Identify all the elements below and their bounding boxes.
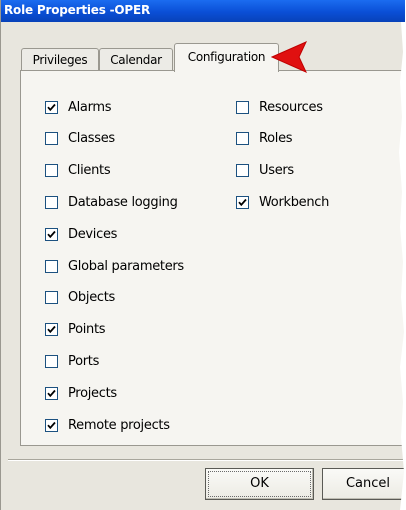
checked-box-icon[interactable] — [45, 100, 58, 114]
tab-configuration[interactable]: Configuration — [174, 43, 279, 72]
checkbox-label: Global parameters — [68, 258, 184, 274]
checkbox-remote-projects[interactable]: Remote projects — [45, 415, 170, 435]
tab-calendar[interactable]: Calendar — [99, 48, 173, 71]
checkbox-clients[interactable]: Clients — [45, 161, 111, 181]
checkbox-label: Alarms — [68, 99, 112, 115]
checkbox-label: Devices — [68, 226, 118, 242]
checkbox-label: Ports — [68, 353, 100, 369]
annotation-arrow-icon — [270, 41, 308, 73]
tab-privileges[interactable]: Privileges — [21, 48, 99, 71]
checkbox-label: Remote projects — [68, 417, 170, 433]
role-properties-dialog: Role Properties -OPER Privileges Calenda… — [0, 0, 406, 510]
checkbox-label: Roles — [259, 131, 293, 147]
checkbox-label: Classes — [68, 131, 115, 147]
checked-box-icon[interactable] — [45, 227, 58, 241]
checkbox-resources[interactable]: Resources — [236, 97, 323, 117]
configuration-panel: Alarms Classes Clients Database logging Devi… — [20, 70, 405, 446]
checkbox-workbench[interactable]: Workbench — [236, 192, 329, 212]
unchecked-box-icon[interactable] — [45, 354, 58, 368]
checked-box-icon[interactable] — [45, 323, 58, 337]
window-title: Role Properties -OPER — [4, 3, 151, 17]
checkbox-label: Points — [68, 322, 106, 338]
checked-box-icon[interactable] — [236, 195, 249, 209]
unchecked-box-icon[interactable] — [236, 164, 249, 178]
checkbox-label: Resources — [259, 99, 323, 115]
checkbox-label: Workbench — [259, 194, 330, 210]
checkbox-roles[interactable]: Roles — [236, 129, 293, 149]
checkbox-classes[interactable]: Classes — [45, 129, 115, 149]
checkbox-points[interactable]: Points — [45, 320, 106, 340]
checkbox-ports[interactable]: Ports — [45, 351, 99, 371]
checkbox-label: Users — [259, 163, 294, 179]
checkbox-users[interactable]: Users — [236, 161, 294, 181]
checkbox-label: Objects — [68, 290, 116, 306]
unchecked-box-icon[interactable] — [236, 132, 249, 146]
checkbox-label: Database logging — [68, 194, 178, 210]
title-bar[interactable]: Role Properties -OPER — [1, 0, 405, 22]
cancel-button[interactable]: Cancel — [322, 468, 406, 500]
unchecked-box-icon[interactable] — [45, 164, 58, 178]
unchecked-box-icon[interactable] — [45, 132, 58, 146]
checkbox-label: Projects — [68, 385, 117, 401]
checkbox-alarms[interactable]: Alarms — [45, 97, 112, 117]
unchecked-box-icon[interactable] — [45, 291, 58, 305]
torn-edge — [399, 22, 406, 510]
checkbox-devices[interactable]: Devices — [45, 224, 117, 244]
checkbox-projects[interactable]: Projects — [45, 383, 117, 403]
ok-button[interactable]: OK — [205, 468, 314, 500]
checkbox-global-parameters[interactable]: Global parameters — [45, 256, 184, 276]
bottom-divider — [8, 459, 405, 461]
checked-box-icon[interactable] — [45, 418, 58, 432]
unchecked-box-icon[interactable] — [236, 100, 249, 114]
unchecked-box-icon[interactable] — [45, 259, 58, 273]
unchecked-box-icon[interactable] — [45, 195, 58, 209]
checkbox-label: Clients — [68, 163, 111, 179]
checked-box-icon[interactable] — [45, 386, 58, 400]
checkbox-database-logging[interactable]: Database logging — [45, 192, 178, 212]
checkbox-objects[interactable]: Objects — [45, 288, 115, 308]
